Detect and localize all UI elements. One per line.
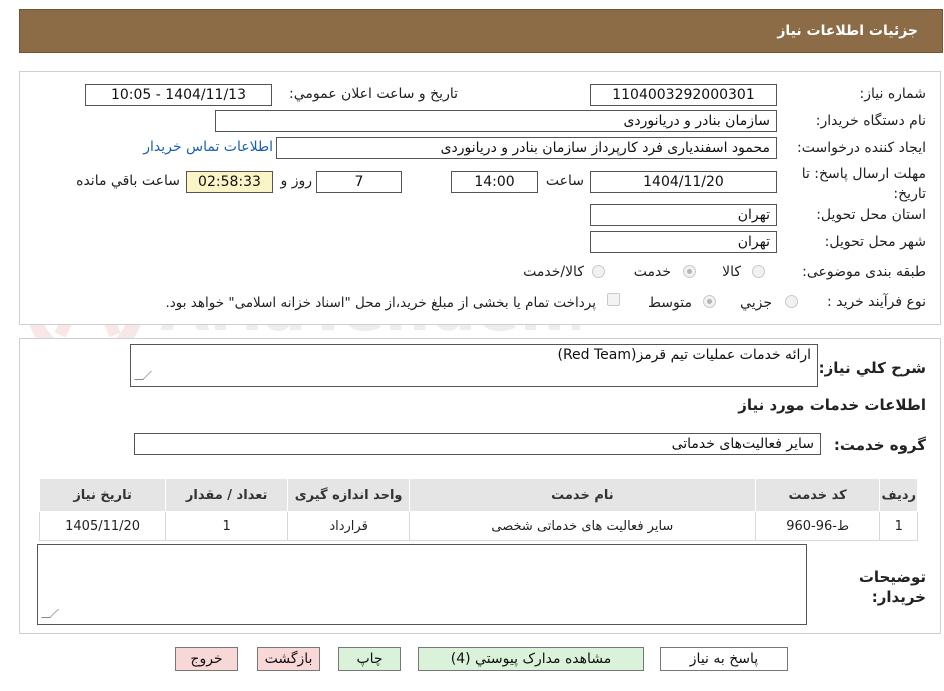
treasury-payment-note: پرداخت تمام یا بخشی از مبلغ خرید،از محل … xyxy=(165,295,596,311)
col-header-service-code: کد خدمت xyxy=(754,478,881,512)
cell-service-code: ط-96-960 xyxy=(754,511,881,541)
buyer-notes-label: توضیحات خریدار: xyxy=(858,568,926,606)
print-button[interactable]: چاپ xyxy=(338,647,401,671)
need-number-label: شماره نیاز: xyxy=(859,86,927,102)
col-header-need-date: تاریخ نیاز xyxy=(38,478,167,512)
category-radio-goods[interactable] xyxy=(752,265,765,278)
cell-unit: قرارداد xyxy=(287,511,411,541)
back-button[interactable]: بازگشت xyxy=(257,647,320,671)
exit-button[interactable]: خروج xyxy=(175,647,238,671)
days-label: روز و xyxy=(280,173,313,189)
announce-datetime-label: تاریخ و ساعت اعلان عمومي: xyxy=(289,86,458,102)
table-header-row: ردیف کد خدمت نام خدمت واحد اندازه گیری ت… xyxy=(38,478,918,512)
description-text: ارائه خدمات عملیات تیم قرمز(Red Team) xyxy=(557,347,811,363)
description-textarea[interactable]: ارائه خدمات عملیات تیم قرمز(Red Team) xyxy=(130,344,818,387)
cell-service-name: سایر فعالیت های خدماتی شخصی xyxy=(409,511,756,541)
announce-datetime-field: 1404/11/13 - 10:05 xyxy=(85,84,272,106)
days-remaining-field: 7 xyxy=(316,171,402,193)
city-label: شهر محل تحویل: xyxy=(824,234,926,250)
page-title: جزئیات اطلاعات نیاز xyxy=(777,23,918,39)
buyer-org-field: سازمان بنادر و دریانوردی xyxy=(215,110,777,132)
process-option-medium: متوسط xyxy=(648,295,692,311)
need-number-field: 1104003292000301 xyxy=(590,84,777,106)
resize-grip-icon[interactable] xyxy=(41,609,59,618)
province-field: تهران xyxy=(590,204,777,226)
process-radio-medium[interactable] xyxy=(703,295,716,308)
deadline-time-field: 14:00 xyxy=(451,171,538,193)
service-group-label: گروه خدمت: xyxy=(833,436,926,454)
col-header-service-name: نام خدمت xyxy=(409,478,756,512)
category-label: طبقه بندی موضوعی: xyxy=(802,264,926,280)
cell-quantity: 1 xyxy=(165,511,289,541)
process-option-minor: جزيي xyxy=(740,295,772,311)
description-label: شرح كلي نياز: xyxy=(818,359,926,377)
col-header-row-number: ردیف xyxy=(879,478,918,512)
view-attachments-button[interactable]: مشاهده مدارک پیوستي (4) xyxy=(418,647,644,671)
page-header: جزئیات اطلاعات نیاز xyxy=(19,9,943,53)
category-radio-service[interactable] xyxy=(683,265,696,278)
province-label: استان محل تحویل: xyxy=(816,207,926,223)
cell-need-date: 1405/11/20 xyxy=(38,511,167,541)
category-option-goods: کالا xyxy=(722,264,741,280)
category-radio-goods-service[interactable] xyxy=(592,265,605,278)
table-row: 1 ط-96-960 سایر فعالیت های خدماتی شخصی ق… xyxy=(38,511,918,541)
buyer-org-label: نام دستگاه خریدار: xyxy=(815,113,926,129)
category-option-service: خدمت xyxy=(633,264,671,280)
process-label: نوع فرآیند خرید : xyxy=(827,294,926,310)
services-table: ردیف کد خدمت نام خدمت واحد اندازه گیری ت… xyxy=(38,478,918,541)
deadline-date-field: 1404/11/20 xyxy=(590,171,777,193)
col-header-unit: واحد اندازه گیری xyxy=(287,478,411,512)
city-field: تهران xyxy=(590,231,777,253)
col-header-quantity: تعداد / مقدار xyxy=(165,478,289,512)
deadline-time-label: ساعت xyxy=(545,173,584,189)
remaining-time-field: 02:58:33 xyxy=(186,171,273,193)
treasury-payment-checkbox[interactable] xyxy=(607,293,620,306)
deadline-label: مهلت ارسال پاسخ: تا تاریخ: xyxy=(801,166,926,202)
resize-grip-icon[interactable] xyxy=(134,371,152,380)
buyer-notes-textarea[interactable] xyxy=(37,544,807,625)
process-radio-minor[interactable] xyxy=(785,295,798,308)
reply-to-need-button[interactable]: پاسخ به نیاز xyxy=(660,647,788,671)
cell-row-number: 1 xyxy=(879,511,918,541)
requester-field: محمود اسفندیاری فرد کارپرداز سازمان بناد… xyxy=(276,137,777,159)
services-heading: اطلاعات خدمات مورد نیاز xyxy=(738,396,926,414)
category-option-goods-service: کالا/خدمت xyxy=(523,264,584,280)
remaining-time-label: ساعت باقي مانده xyxy=(76,173,180,189)
buyer-contact-link[interactable]: اطلاعات تماس خریدار xyxy=(143,139,273,155)
service-group-field: سایر فعالیت‌های خدماتی xyxy=(134,433,821,455)
requester-label: ایجاد کننده درخواست: xyxy=(797,140,926,156)
